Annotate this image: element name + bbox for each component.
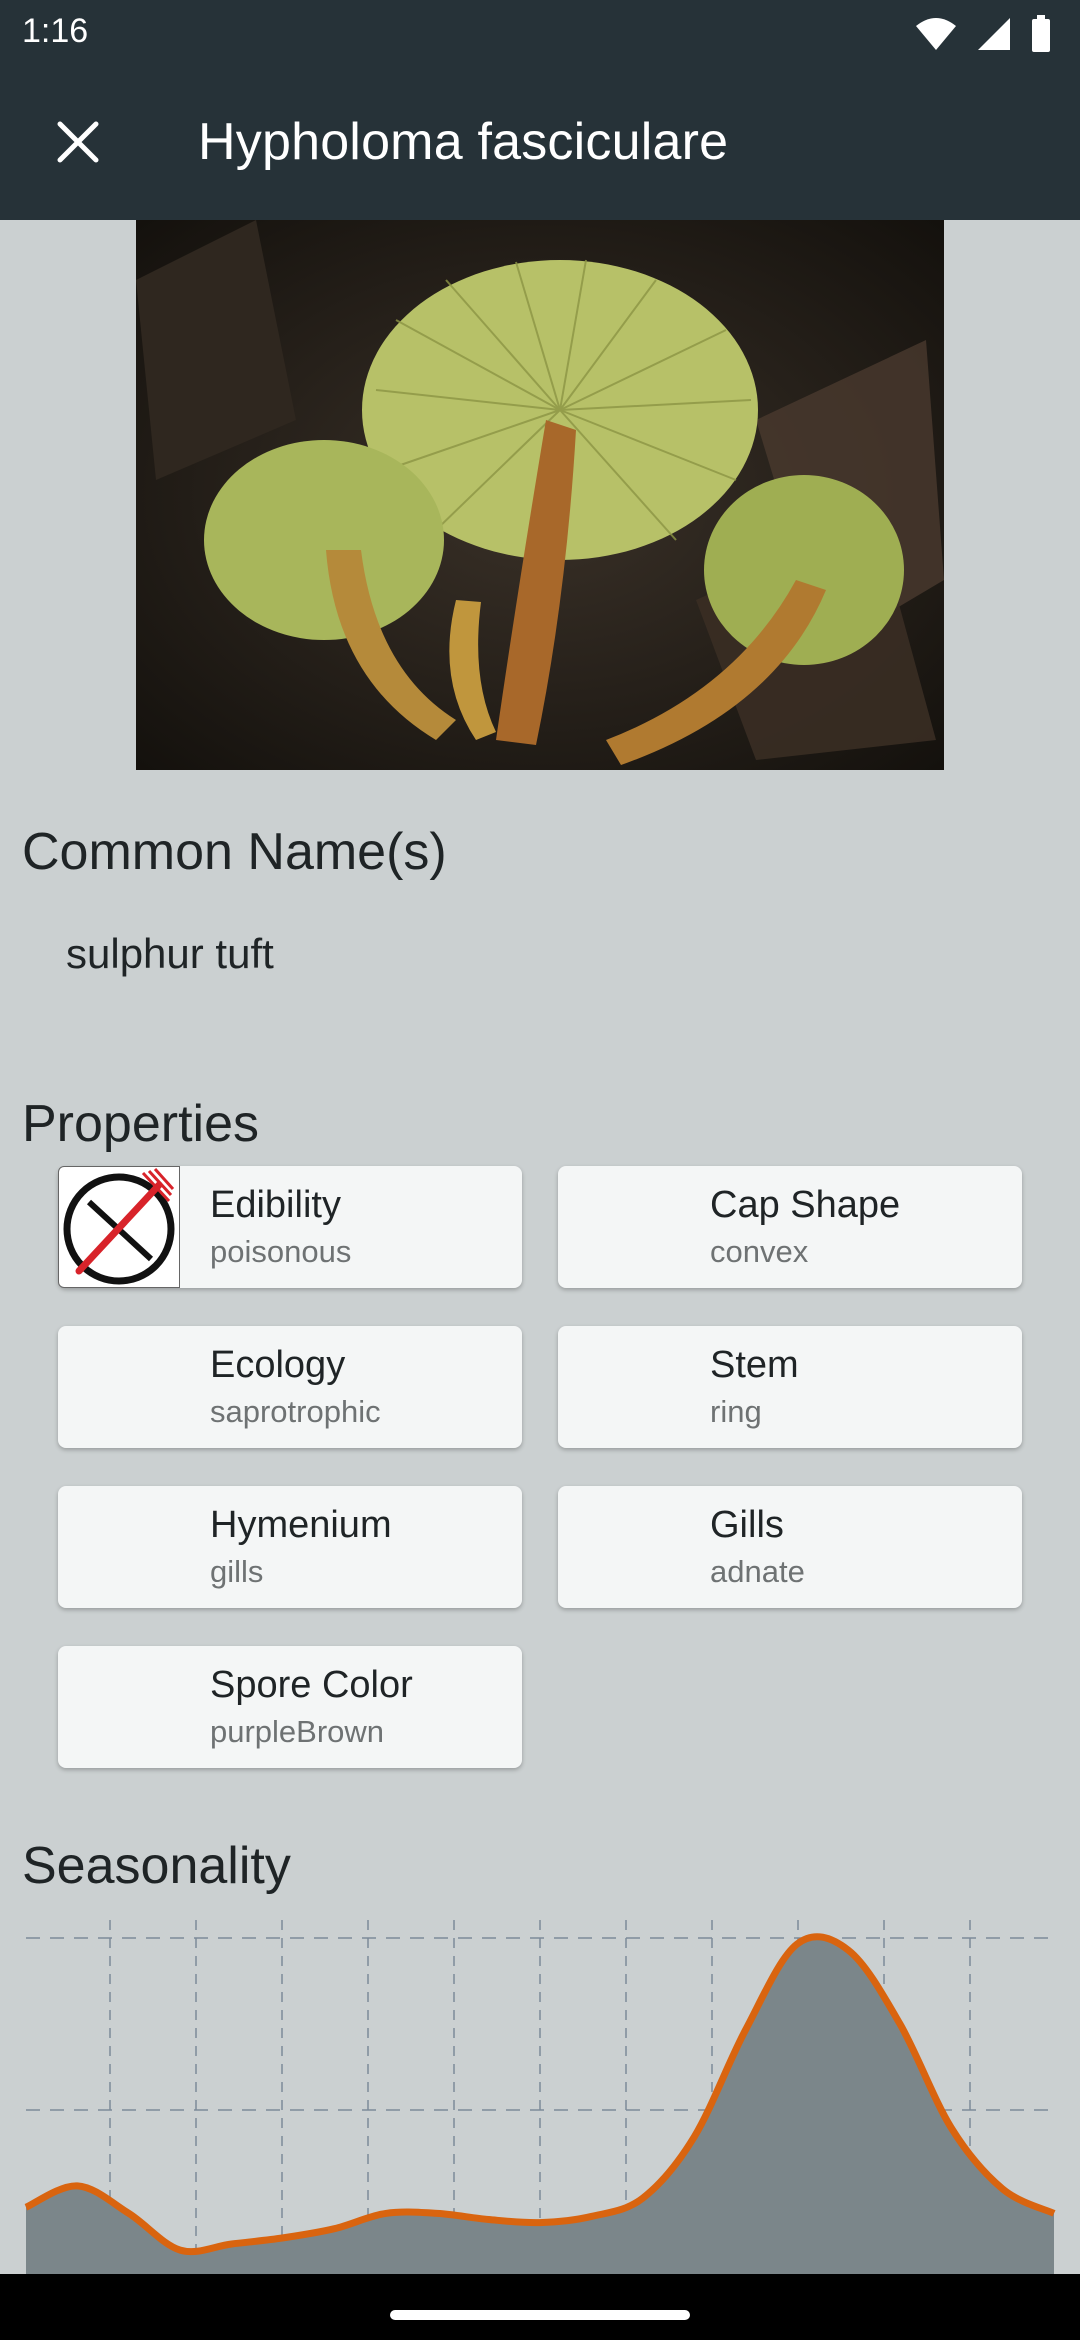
property-value: saprotrophic — [210, 1394, 381, 1429]
property-title: Hymenium — [210, 1504, 392, 1546]
home-gesture-handle[interactable] — [390, 2310, 690, 2320]
common-names-heading: Common Name(s) — [22, 823, 447, 881]
property-title: Cap Shape — [710, 1184, 901, 1226]
status-time: 1:16 — [22, 12, 89, 50]
property-value: gills — [210, 1554, 264, 1589]
property-card-stem[interactable]: Stem ring — [558, 1326, 1022, 1448]
close-icon[interactable] — [56, 120, 100, 164]
battery-icon — [1032, 15, 1050, 52]
property-value: ring — [710, 1394, 762, 1429]
property-title: Ecology — [210, 1344, 346, 1386]
property-title: Gills — [710, 1504, 784, 1546]
status-bar: 1:16 — [0, 0, 1080, 68]
common-name-item: sulphur tuft — [66, 930, 274, 977]
property-title: Spore Color — [210, 1664, 413, 1706]
mushroom-photo — [136, 220, 944, 770]
property-card-edibility[interactable]: Edibility poisonous — [58, 1166, 522, 1288]
properties-heading: Properties — [22, 1095, 259, 1153]
app-bar: Hypholoma fasciculare — [0, 68, 1080, 220]
seasonality-chart — [24, 1920, 1056, 2274]
seasonality-heading: Seasonality — [22, 1837, 291, 1895]
page-title: Hypholoma fasciculare — [198, 113, 729, 171]
not-edible-icon — [58, 1166, 180, 1288]
mushroom-illustration — [136, 220, 944, 770]
property-card-ecology[interactable]: Ecology saprotrophic — [58, 1326, 522, 1448]
close-button[interactable] — [40, 104, 116, 180]
property-title: Stem — [710, 1344, 799, 1386]
property-title: Edibility — [210, 1184, 341, 1226]
property-card-hymenium[interactable]: Hymenium gills — [58, 1486, 522, 1608]
property-card-cap-shape[interactable]: Cap Shape convex — [558, 1166, 1022, 1288]
property-value: purpleBrown — [210, 1714, 385, 1749]
property-card-gills[interactable]: Gills adnate — [558, 1486, 1022, 1608]
property-value: poisonous — [210, 1234, 352, 1269]
property-value: adnate — [710, 1554, 805, 1589]
wifi-icon — [916, 18, 956, 50]
signal-icon — [978, 18, 1010, 50]
navigation-bar — [0, 2274, 1080, 2340]
property-card-spore-color[interactable]: Spore Color purpleBrown — [58, 1646, 522, 1768]
property-value: convex — [710, 1234, 809, 1269]
status-icons — [914, 14, 1052, 54]
